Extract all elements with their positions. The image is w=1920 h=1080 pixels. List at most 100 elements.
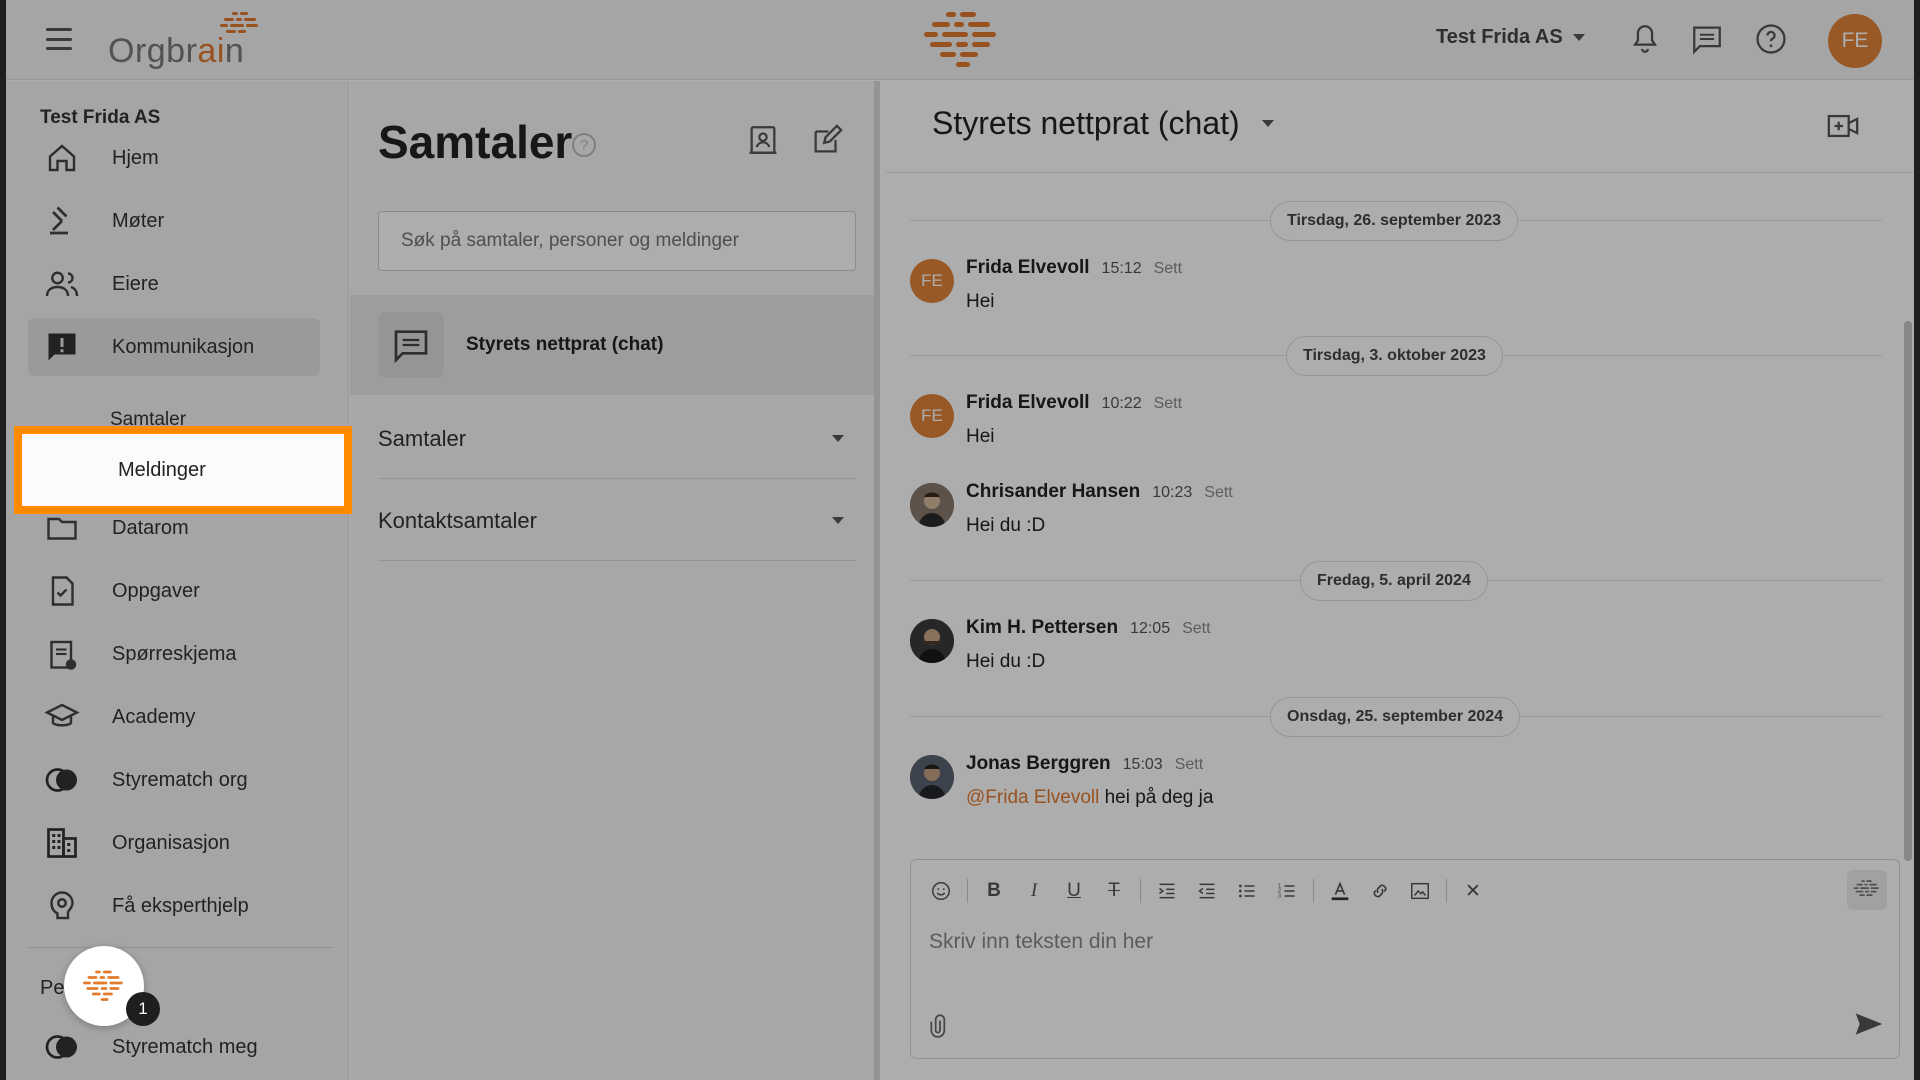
attachment-icon[interactable] [927, 1010, 953, 1040]
app-window: Orgbrain Test Frida AS FE Test Frida AS … [6, 0, 1914, 1080]
org-name: Test Frida AS [1436, 26, 1563, 48]
chat-header: Styrets nettprat (chat) [886, 81, 1914, 173]
sidebar-item-kommunikasjon[interactable]: Kommunikasjon [28, 318, 320, 376]
message-time: 10:23 [1152, 484, 1193, 501]
message-author: Jonas Berggren [966, 753, 1111, 774]
italic-icon[interactable]: I [1016, 875, 1052, 907]
message: Kim H. Pettersen 12:05 Sett Hei du :D [910, 617, 1870, 689]
chevron-down-icon [832, 435, 844, 442]
date-separator: Onsdag, 25. september 2024 [910, 697, 1882, 737]
message-text: Hei [966, 426, 995, 447]
menu-icon[interactable] [46, 28, 72, 50]
message-composer[interactable]: B I U T 123 ✕ Skriv inn teksten din her [910, 859, 1900, 1059]
sidebar-item-academy[interactable]: Academy [28, 688, 320, 746]
conversation-title: Styrets nettprat (chat) [466, 334, 664, 355]
message: Chrisander Hansen 10:23 Sett Hei du :D [910, 481, 1870, 553]
message-text: Hei du :D [966, 651, 1046, 672]
bell-icon[interactable] [1628, 22, 1662, 56]
message: FE Frida Elvevoll 10:22 Sett Hei [910, 392, 1870, 464]
message-author: Chrisander Hansen [966, 481, 1141, 502]
emoji-icon[interactable] [923, 875, 959, 907]
composer-placeholder: Skriv inn teksten din her [929, 930, 1154, 953]
message-seen: Sett [1153, 260, 1183, 277]
chevron-down-icon [1572, 34, 1585, 41]
message-time: 15:12 [1101, 260, 1142, 277]
chevron-down-icon [1261, 120, 1274, 127]
section-kontaktsamtaler[interactable]: Kontaktsamtaler [378, 481, 856, 561]
avatar: FE [910, 394, 954, 438]
help-circle-icon[interactable]: ? [572, 133, 596, 157]
numbered-list-icon[interactable]: 123 [1269, 875, 1305, 907]
outdent-icon[interactable] [1189, 875, 1225, 907]
toggle-circles-icon [45, 768, 77, 792]
message-time: 12:05 [1130, 620, 1171, 637]
section-samtaler[interactable]: Samtaler [378, 399, 856, 479]
sidebar-item-moter[interactable]: Møter [28, 192, 320, 250]
send-icon[interactable] [1853, 1008, 1885, 1040]
conversations-panel: Samtaler ? Styrets nettprat (chat) Samta… [350, 81, 880, 1080]
user-avatar[interactable]: FE [1828, 14, 1882, 68]
message-seen: Sett [1182, 620, 1211, 637]
link-icon[interactable] [1362, 875, 1398, 907]
logo-brain-icon [220, 12, 258, 33]
home-icon [48, 144, 76, 172]
clear-format-icon[interactable]: ✕ [1455, 875, 1491, 907]
page-title: Samtaler [378, 116, 573, 168]
compose-icon[interactable] [810, 123, 844, 157]
people-icon [45, 271, 79, 297]
company-name: Test Frida AS [40, 107, 161, 128]
center-brain-logo-icon [924, 12, 996, 67]
indent-icon[interactable] [1149, 875, 1185, 907]
sidebar-item-eiere[interactable]: Eiere [28, 255, 320, 313]
text-color-icon[interactable] [1322, 875, 1358, 907]
conversation-item[interactable]: Styrets nettprat (chat) [350, 295, 874, 395]
user-mention[interactable]: @Frida Elvevoll [966, 787, 1099, 808]
notification-badge: 1 [126, 992, 160, 1026]
message-seen: Sett [1204, 484, 1233, 501]
brain-logo-icon [83, 970, 123, 1001]
bullet-list-icon[interactable] [1229, 875, 1265, 907]
message-text: Hei du :D [966, 515, 1046, 536]
avatar [910, 619, 954, 663]
sidebar-item-styrematch-org[interactable]: Styrematch org [28, 751, 320, 809]
chevron-down-icon [832, 517, 844, 524]
underline-icon[interactable]: U [1056, 875, 1092, 907]
orgbrain-assistant-icon[interactable] [1847, 870, 1887, 910]
org-switcher[interactable]: Test Frida AS [1436, 26, 1585, 49]
top-bar: Orgbrain Test Frida AS FE [6, 0, 1914, 80]
message-author: Frida Elvevoll [966, 392, 1090, 413]
sidebar-item-styrematch-meg[interactable]: Styrematch meg [28, 1018, 320, 1076]
expert-help-icon [50, 891, 74, 920]
sidebar-item-hjem[interactable]: Hjem [28, 129, 320, 187]
message-seen: Sett [1174, 756, 1204, 773]
avatar: FE [910, 259, 954, 303]
search-input[interactable] [378, 211, 856, 271]
sidebar-item-organisasjon[interactable]: Organisasjon [28, 814, 320, 872]
add-video-call-icon[interactable] [1826, 109, 1860, 143]
chat-title-dropdown[interactable]: Styrets nettprat (chat) [932, 105, 1274, 142]
message-seen: Sett [1153, 395, 1183, 412]
message-time: 15:03 [1122, 756, 1163, 773]
sidebar-item-oppgaver[interactable]: Oppgaver [28, 562, 320, 620]
strikethrough-icon[interactable]: T [1096, 875, 1132, 907]
date-separator: Tirsdag, 26. september 2023 [910, 201, 1882, 241]
message: FE Frida Elvevoll 15:12 Sett Hei [910, 257, 1870, 329]
gavel-icon [50, 206, 68, 235]
graduation-cap-icon [44, 703, 80, 727]
message-text: @Frida Elvevoll hei på deg ja [966, 787, 1214, 808]
contact-book-icon[interactable] [746, 123, 780, 157]
scrollbar[interactable] [1904, 321, 1912, 861]
image-icon[interactable] [1402, 875, 1438, 907]
chat-icon[interactable] [1690, 22, 1724, 56]
sidebar-item-eksperthjelp[interactable]: Få eksperthjelp [28, 877, 320, 935]
avatar [910, 755, 954, 799]
avatar [910, 483, 954, 527]
message-author: Kim H. Pettersen [966, 617, 1119, 638]
help-icon[interactable] [1754, 22, 1788, 56]
chat-lines-icon [378, 312, 444, 378]
alert-message-icon [48, 333, 76, 361]
survey-icon [50, 640, 77, 670]
sidebar-item-sporreskjema[interactable]: Spørreskjema [28, 625, 320, 683]
bold-icon[interactable]: B [976, 875, 1012, 907]
message: Jonas Berggren 15:03 Sett @Frida Elvevol… [910, 753, 1870, 825]
